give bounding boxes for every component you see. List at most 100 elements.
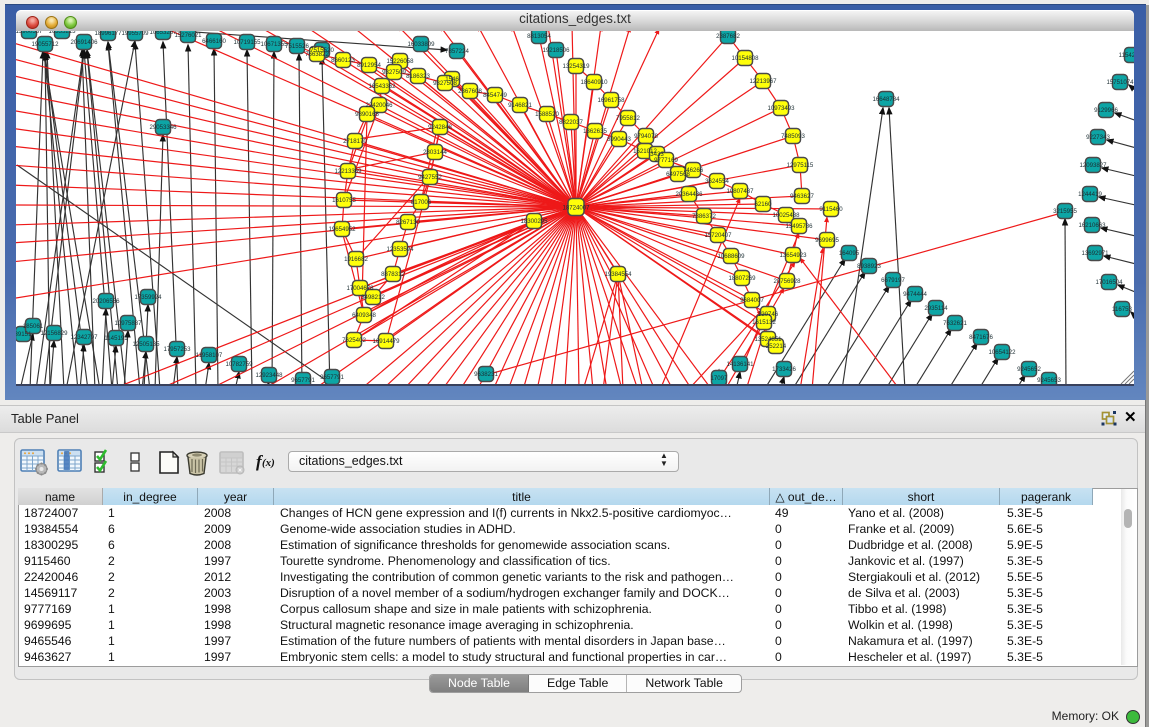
svg-text:9146821: 9146821 bbox=[508, 102, 532, 109]
svg-text:10653267: 10653267 bbox=[149, 31, 177, 36]
svg-text:12156829: 12156829 bbox=[40, 330, 68, 337]
svg-text:12505135: 12505135 bbox=[132, 341, 160, 348]
svg-text:9657791: 9657791 bbox=[320, 374, 344, 381]
svg-text:1615132: 1615132 bbox=[752, 319, 776, 326]
svg-text:16648784: 16648784 bbox=[872, 96, 900, 103]
svg-text:22420046: 22420046 bbox=[365, 102, 393, 109]
svg-text:12213967: 12213967 bbox=[749, 78, 777, 85]
svg-text:16210663: 16210663 bbox=[1078, 222, 1106, 229]
svg-text:252214: 252214 bbox=[766, 343, 787, 350]
svg-text:6409348: 6409348 bbox=[352, 312, 376, 319]
svg-text:1244419: 1244419 bbox=[1078, 191, 1102, 198]
svg-text:9427552: 9427552 bbox=[418, 174, 442, 181]
svg-text:39151: 39151 bbox=[16, 331, 32, 338]
svg-text:16355213: 16355213 bbox=[48, 31, 76, 35]
svg-text:19955709: 19955709 bbox=[121, 31, 149, 37]
svg-text:9638231: 9638231 bbox=[474, 371, 498, 378]
svg-text:20691406: 20691406 bbox=[70, 39, 98, 46]
svg-text:16033809: 16033809 bbox=[407, 41, 435, 48]
svg-text:7955812: 7955812 bbox=[616, 115, 640, 122]
svg-text:20364436: 20364436 bbox=[675, 191, 703, 198]
svg-text:16543362: 16543362 bbox=[368, 83, 396, 90]
svg-text:9657791: 9657791 bbox=[291, 377, 315, 384]
svg-text:10782759: 10782759 bbox=[225, 361, 253, 368]
svg-text:9777169: 9777169 bbox=[654, 157, 678, 164]
svg-text:14136141: 14136141 bbox=[726, 361, 754, 368]
svg-text:8990443: 8990443 bbox=[607, 136, 631, 143]
svg-text:11958107: 11958107 bbox=[196, 352, 223, 359]
svg-text:15751074: 15751074 bbox=[1106, 79, 1134, 86]
svg-text:12342797: 12342797 bbox=[70, 334, 98, 341]
svg-text:8186323: 8186323 bbox=[406, 73, 430, 80]
svg-text:9463627: 9463627 bbox=[790, 193, 814, 200]
svg-text:18300295: 18300295 bbox=[520, 218, 548, 225]
svg-text:20206556: 20206556 bbox=[92, 298, 120, 305]
svg-text:8912954: 8912954 bbox=[357, 62, 381, 69]
svg-text:2367608: 2367608 bbox=[458, 88, 482, 95]
svg-text:116753: 116753 bbox=[1112, 306, 1132, 313]
svg-text:17359924: 17359924 bbox=[134, 294, 162, 301]
svg-text:1733426: 1733426 bbox=[772, 366, 796, 373]
svg-text:1610755: 1610755 bbox=[332, 197, 356, 204]
svg-text:8878312: 8878312 bbox=[381, 271, 405, 278]
svg-text:9245653: 9245653 bbox=[1037, 377, 1061, 384]
svg-text:13254319: 13254319 bbox=[562, 63, 590, 70]
svg-text:1588520: 1588520 bbox=[535, 111, 559, 118]
svg-text:13900557: 13900557 bbox=[16, 31, 43, 35]
svg-text:8454749: 8454749 bbox=[483, 92, 507, 99]
svg-text:9890168: 9890168 bbox=[355, 111, 379, 118]
svg-text:12923448: 12923448 bbox=[255, 372, 283, 379]
svg-text:16961758: 16961758 bbox=[597, 97, 625, 104]
svg-text:10654122: 10654122 bbox=[988, 349, 1016, 356]
svg-text:8813054: 8813054 bbox=[527, 33, 551, 40]
svg-text:12975115: 12975115 bbox=[787, 162, 814, 169]
svg-text:9245652: 9245652 bbox=[1017, 366, 1041, 373]
svg-text:9227343: 9227343 bbox=[1086, 134, 1110, 141]
svg-text:17016504: 17016504 bbox=[1095, 279, 1123, 286]
svg-text:8822037: 8822037 bbox=[559, 119, 583, 126]
svg-text:9327509: 9327509 bbox=[382, 69, 406, 76]
svg-text:15720407: 15720407 bbox=[704, 232, 732, 239]
svg-text:10671355: 10671355 bbox=[260, 41, 288, 48]
svg-text:7625402: 7625402 bbox=[342, 337, 366, 344]
svg-text:19384554: 19384554 bbox=[604, 271, 632, 278]
svg-text:17004678: 17004678 bbox=[346, 285, 374, 292]
svg-text:7857224: 7857224 bbox=[445, 48, 469, 55]
svg-text:18724007: 18724007 bbox=[562, 204, 590, 211]
svg-text:17957253: 17957253 bbox=[163, 346, 191, 353]
svg-text:1362635: 1362635 bbox=[583, 128, 607, 135]
svg-text:2935114: 2935114 bbox=[924, 305, 948, 312]
svg-text:10719155: 10719155 bbox=[233, 39, 261, 46]
svg-text:3624554: 3624554 bbox=[705, 178, 729, 185]
svg-text:13495786: 13495786 bbox=[785, 223, 813, 230]
svg-text:7515526: 7515526 bbox=[285, 43, 309, 50]
svg-text:15276021: 15276021 bbox=[174, 32, 202, 39]
svg-text:18807269: 18807269 bbox=[728, 275, 756, 282]
svg-text:164095: 164095 bbox=[839, 250, 860, 257]
svg-text:10688609: 10688609 bbox=[717, 253, 745, 260]
svg-text:2803144: 2803144 bbox=[423, 149, 447, 156]
svg-text:9474444: 9474444 bbox=[903, 291, 927, 298]
svg-text:19055712: 19055712 bbox=[31, 41, 59, 48]
svg-text:8660123: 8660123 bbox=[331, 57, 355, 64]
svg-text:7632621: 7632621 bbox=[943, 320, 967, 327]
svg-text:19218506: 19218506 bbox=[542, 47, 570, 54]
svg-text:7386372: 7386372 bbox=[692, 213, 716, 220]
svg-text:29053346: 29053346 bbox=[149, 124, 177, 131]
svg-text:16914479: 16914479 bbox=[372, 338, 400, 345]
svg-text:8938923: 8938923 bbox=[857, 263, 881, 270]
svg-text:2718170: 2718170 bbox=[343, 138, 367, 145]
svg-text:18996177: 18996177 bbox=[94, 31, 122, 37]
svg-text:6679197: 6679197 bbox=[881, 277, 905, 284]
svg-text:10975887: 10975887 bbox=[114, 320, 142, 327]
svg-text:9794078: 9794078 bbox=[634, 133, 658, 140]
svg-text:9327508: 9327508 bbox=[433, 80, 457, 87]
svg-text:6466160: 6466160 bbox=[202, 38, 226, 45]
svg-text:9115460: 9115460 bbox=[819, 206, 843, 213]
svg-text:17097: 17097 bbox=[711, 375, 729, 382]
svg-text:20756928: 20756928 bbox=[773, 278, 801, 285]
svg-text:7663822: 7663822 bbox=[305, 51, 329, 58]
svg-text:185061: 185061 bbox=[23, 323, 44, 330]
svg-text:1916682: 1916682 bbox=[344, 256, 368, 263]
svg-text:3215955: 3215955 bbox=[1053, 208, 1077, 215]
